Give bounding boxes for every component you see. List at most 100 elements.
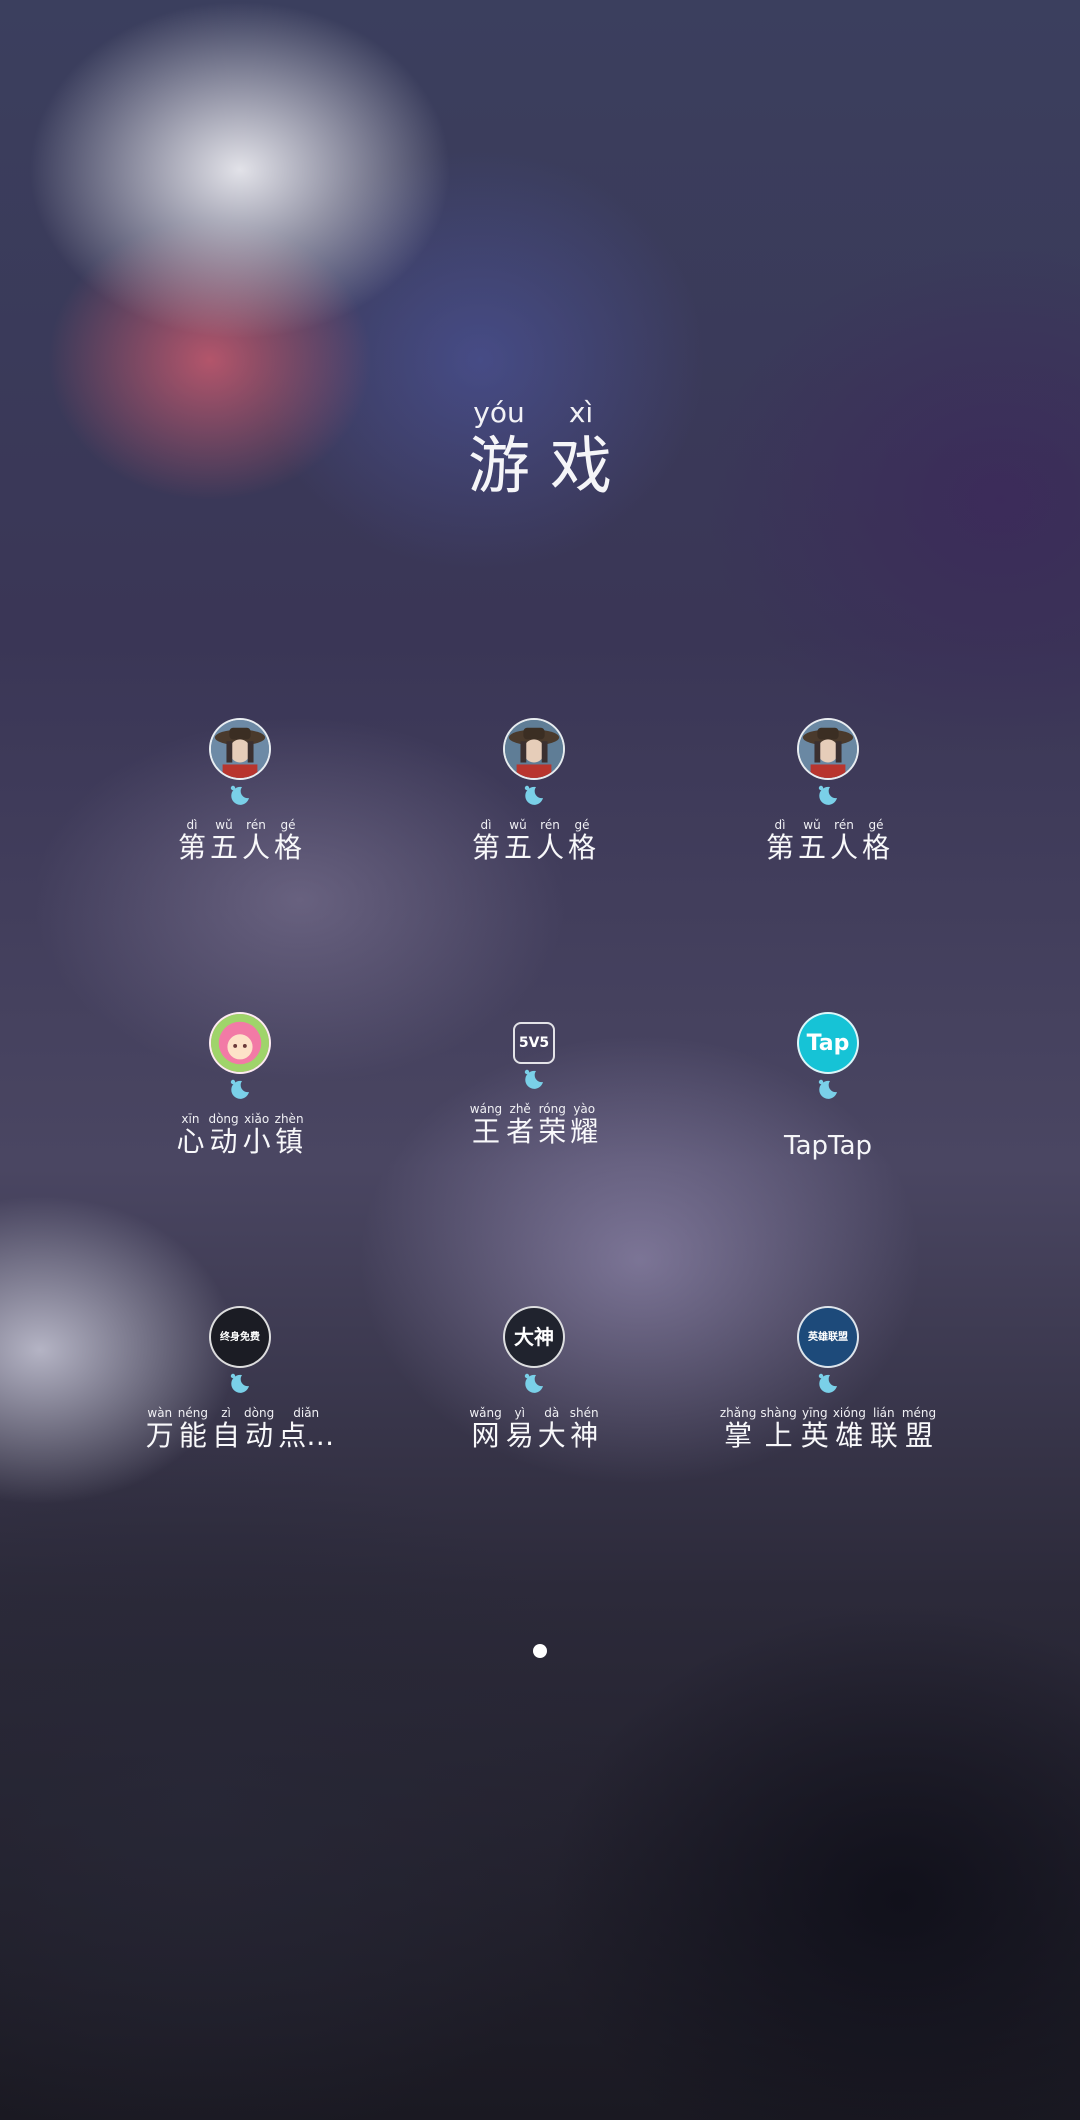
identity-v-avatar-icon[interactable]	[503, 718, 565, 780]
app-identity-v-avatar[interactable]: dì 第 wǔ 五 rén 人 gé 格	[100, 718, 380, 1012]
label-hanzi: 者	[506, 1115, 535, 1148]
netease-dashen-icon-text: 大神	[514, 1325, 554, 1349]
label-pinyin: gé	[280, 818, 296, 832]
label-hanzi: 动	[245, 1419, 274, 1452]
app-heartbeat-town[interactable]: xīn 心 dòng 动 xiǎo 小 zhèn 镇	[100, 1012, 380, 1306]
label-char: gé 格	[862, 818, 890, 864]
label-char: néng 能	[178, 1406, 208, 1452]
label-pinyin: rén	[246, 818, 266, 832]
moon-sleep-icon	[227, 1076, 253, 1102]
5v5-icon-text: 5V5	[518, 1035, 550, 1051]
label-char: diǎn 点…	[278, 1406, 334, 1452]
moon-sleep-icon	[521, 1370, 547, 1396]
label-pinyin: dì	[480, 818, 492, 832]
label-pinyin: dòng	[208, 1112, 239, 1126]
label-hanzi: 人	[830, 831, 859, 864]
label-char: dì 第	[472, 818, 500, 864]
label-pinyin: shén	[569, 1406, 599, 1420]
app-identity-v-avatar[interactable]: dì 第 wǔ 五 rén 人 gé 格	[394, 718, 674, 1012]
label-char: yīng 英	[801, 1406, 829, 1452]
label-hanzi: 动	[209, 1125, 238, 1158]
app-auto-clicker[interactable]: 终身免费 wàn 万 néng 能 zì 自 dòng 动 diǎn 点…	[100, 1306, 380, 1600]
label-hanzi: 五	[209, 831, 238, 864]
label-char: wǔ 五	[210, 818, 238, 864]
moon-sleep-icon	[815, 1076, 841, 1102]
app-netease-dashen[interactable]: 大神 wǎng 网 yì 易 dà 大 shén 神	[394, 1306, 674, 1600]
app-label: zhǎng 掌 shàng 上 yīng 英 xióng 雄 lián 联 méng 盟	[720, 1406, 936, 1452]
moon-sleep-icon	[521, 782, 547, 808]
5v5-icon[interactable]: 5V5	[513, 1022, 555, 1064]
title-hanzi: 游	[467, 429, 530, 502]
label-hanzi: 荣	[538, 1115, 567, 1148]
title-char: xì 戏	[550, 396, 612, 502]
label-hanzi: 大	[537, 1419, 566, 1452]
label-char: dà 大	[538, 1406, 566, 1452]
folder-title[interactable]: yóu 游 xì 戏	[0, 396, 1080, 502]
label-pinyin: gé	[868, 818, 884, 832]
label-hanzi: 第	[177, 831, 206, 864]
label-hanzi: 人	[536, 831, 565, 864]
label-hanzi: 心	[176, 1125, 205, 1158]
label-hanzi: 点…	[278, 1419, 335, 1452]
label-char: dòng 动	[208, 1112, 238, 1158]
label-hanzi: 格	[274, 831, 303, 864]
label-hanzi: 人	[242, 831, 271, 864]
label-char: róng 荣	[538, 1102, 566, 1148]
label-pinyin: néng	[177, 1406, 208, 1420]
label-pinyin: zhǎng	[719, 1406, 757, 1420]
label-char: xióng 雄	[833, 1406, 866, 1452]
label-hanzi: 五	[797, 831, 826, 864]
app-lol-pocket[interactable]: 英雄联盟 zhǎng 掌 shàng 上 yīng 英 xióng 雄 lián 联 méng 盟	[688, 1306, 968, 1600]
identity-v-avatar-icon[interactable]	[797, 718, 859, 780]
heartbeat-town-icon[interactable]	[209, 1012, 271, 1074]
taptap-icon-text: Tap	[806, 1030, 850, 1056]
label-char: shén 神	[570, 1406, 599, 1452]
lol-pocket-icon[interactable]: 英雄联盟	[797, 1306, 859, 1368]
label-pinyin: wàn	[147, 1406, 173, 1420]
title-hanzi: 戏	[550, 429, 613, 502]
label-hanzi: 王	[471, 1115, 500, 1148]
label-hanzi: 第	[765, 831, 794, 864]
app-taptap[interactable]: Tap TapTap	[688, 1012, 968, 1306]
app-identity-v-avatar[interactable]: dì 第 wǔ 五 rén 人 gé 格	[688, 718, 968, 1012]
title-pinyin: xì	[568, 396, 594, 429]
identity-v-avatar-icon[interactable]	[209, 718, 271, 780]
auto-clicker-icon[interactable]: 终身免费	[209, 1306, 271, 1368]
label-hanzi: 联	[869, 1419, 898, 1452]
label-pinyin: yì	[514, 1406, 525, 1420]
label-char: zhèn 镇	[275, 1112, 304, 1158]
label-char: zì 自	[212, 1406, 240, 1452]
label-hanzi: 神	[570, 1419, 599, 1452]
moon-sleep-icon	[227, 1370, 253, 1396]
label-pinyin: xióng	[832, 1406, 866, 1420]
app-5v5[interactable]: 5V5 wáng 王 zhě 者 róng 荣 yào 耀	[394, 1012, 674, 1306]
moon-sleep-icon	[227, 782, 253, 808]
moon-sleep-icon	[815, 1370, 841, 1396]
label-char: gé 格	[568, 818, 596, 864]
netease-dashen-icon[interactable]: 大神	[503, 1306, 565, 1368]
label-pinyin: xiǎo	[244, 1112, 270, 1126]
taptap-icon[interactable]: Tap	[797, 1012, 859, 1074]
label-char: yào 耀	[570, 1102, 598, 1148]
label-char: shàng 上	[760, 1406, 796, 1452]
label-pinyin: xīn	[181, 1112, 200, 1126]
lol-pocket-icon-text: 英雄联盟	[808, 1331, 848, 1343]
title-char: yóu 游	[468, 396, 530, 502]
label-pinyin: wǔ	[509, 818, 527, 832]
label-hanzi: 能	[178, 1419, 207, 1452]
label-pinyin: dòng	[244, 1406, 275, 1420]
label-pinyin: dì	[186, 818, 198, 832]
label-char: wǎng 网	[469, 1406, 501, 1452]
label-pinyin: lián	[873, 1406, 895, 1420]
label-char: wáng 王	[470, 1102, 502, 1148]
label-char: dòng 动	[244, 1406, 274, 1452]
label-hanzi: 自	[212, 1419, 241, 1452]
label-char: yì 易	[506, 1406, 534, 1452]
label-pinyin: wáng	[469, 1102, 503, 1116]
label-hanzi: 易	[505, 1419, 534, 1452]
label-hanzi: 格	[862, 831, 891, 864]
app-grid: dì 第 wǔ 五 rén 人 gé 格 dì 第 wǔ 五 rén 人 gé 格 dì 第 wǔ 五 rén 人 gé 格 x…	[100, 718, 980, 1600]
label-pinyin: zì	[221, 1406, 231, 1420]
label-pinyin: wǔ	[215, 818, 233, 832]
label-pinyin: rén	[834, 818, 854, 832]
